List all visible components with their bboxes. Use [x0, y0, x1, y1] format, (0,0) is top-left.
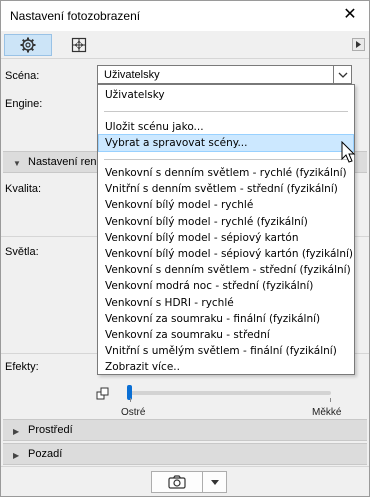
rendering-settings-label: Nastavení ren	[28, 156, 97, 168]
scene-option[interactable]: Zobrazit více..	[99, 359, 353, 375]
expand-triangle-icon: ▶	[13, 451, 20, 460]
caret-down-icon	[210, 479, 219, 485]
scene-option[interactable]: Venkovní s denním světlem - střední (fyz…	[99, 262, 353, 278]
toolbar-scroll-right-button[interactable]	[352, 38, 365, 51]
grid-icon	[71, 37, 87, 53]
background-section-label: Pozadí	[28, 448, 63, 460]
chevron-down-icon[interactable]	[333, 66, 351, 83]
scene-label: Scéna:	[5, 70, 40, 82]
title-bar[interactable]: Nastavení fotozobrazení ✕	[1, 1, 369, 31]
scene-option[interactable]: Venkovní bílý model - rychlé (fyzikální)	[99, 214, 353, 230]
scene-option[interactable]: Venkovní s denním světlem - rychlé (fyzi…	[99, 165, 353, 181]
expand-triangle-icon: ▶	[13, 427, 20, 436]
settings-tab-button[interactable]	[4, 34, 52, 56]
scene-option[interactable]: Venkovní modrá noc - střední (fyzikální)	[99, 278, 353, 294]
play-right-icon	[356, 41, 361, 48]
dropdown-item-current[interactable]: Uživatelsky	[99, 87, 353, 103]
environment-section-label: Prostředí	[28, 424, 73, 436]
background-section[interactable]: ▶ Pozadí	[3, 443, 367, 465]
slider-tick	[330, 398, 331, 402]
collapse-triangle-icon: ▼	[13, 159, 21, 168]
slider-tick	[130, 398, 131, 402]
manage-scenes-item[interactable]: Vybrat a spravovat scény...	[98, 134, 354, 152]
render-options-dropdown[interactable]	[203, 471, 227, 493]
environment-section[interactable]: ▶ Prostředí	[3, 419, 367, 441]
scene-option[interactable]: Vnitřní s umělým světlem - finální (fyzi…	[99, 343, 353, 359]
slider-min-label: Ostré	[121, 407, 146, 418]
scene-option[interactable]: Venkovní bílý model - sépiový kartón (fy…	[99, 246, 353, 262]
size-tab-button[interactable]	[55, 34, 103, 56]
scene-option[interactable]: Venkovní za soumraku - střední	[99, 327, 353, 343]
close-button[interactable]: ✕	[341, 6, 359, 24]
save-scene-as-item[interactable]: Uložit scénu jako...	[99, 119, 353, 135]
scene-option[interactable]: Venkovní bílý model - rychlé	[99, 197, 353, 213]
toolbar	[1, 31, 369, 59]
scene-select[interactable]: Uživatelsky	[97, 65, 352, 84]
render-button[interactable]	[151, 471, 203, 493]
lights-label: Světla:	[5, 246, 39, 258]
scene-select-value: Uživatelsky	[104, 69, 160, 81]
bottom-bar	[1, 466, 369, 496]
scene-dropdown-list: Uživatelsky Uložit scénu jako... Vybrat …	[97, 84, 355, 375]
quality-label: Kvalita:	[5, 183, 42, 195]
scene-option[interactable]: Vnitřní s denním světlem - střední (fyzi…	[99, 181, 353, 197]
scene-option[interactable]: Venkovní s HDRI - rychlé	[99, 295, 353, 311]
dropdown-separator	[104, 159, 348, 160]
mouse-cursor-icon	[341, 141, 356, 163]
scene-option[interactable]: Venkovní za soumraku - finální (fyzikáln…	[99, 311, 353, 327]
window-title: Nastavení fotozobrazení	[10, 9, 141, 23]
engine-label: Engine:	[5, 98, 43, 110]
shadow-softness-icon	[96, 387, 109, 400]
effects-label: Efekty:	[5, 361, 39, 373]
photo-render-settings-window: Nastavení fotozobrazení ✕ Scéna: Uživate…	[0, 0, 370, 497]
softness-slider-track[interactable]	[129, 391, 331, 395]
camera-icon	[168, 475, 186, 489]
gear-icon	[20, 37, 36, 53]
scene-option[interactable]: Venkovní bílý model - sépiový kartón	[99, 230, 353, 246]
slider-max-label: Měkké	[312, 407, 342, 418]
dropdown-separator	[104, 111, 348, 112]
